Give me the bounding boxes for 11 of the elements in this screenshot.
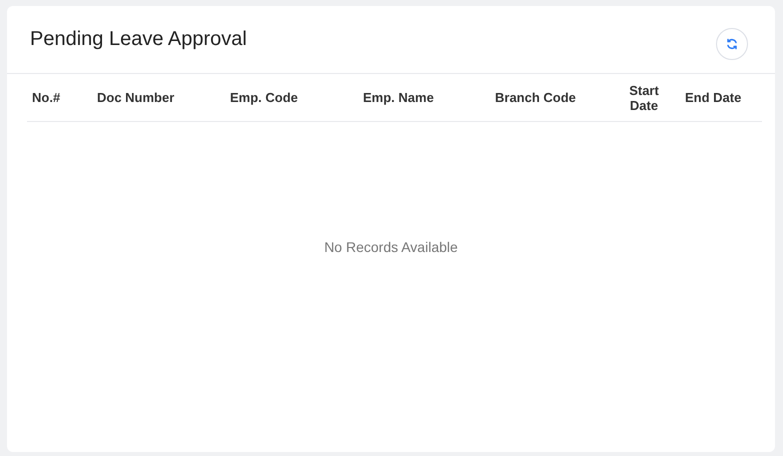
card-title: Pending Leave Approval (30, 28, 247, 51)
column-header: Branch Code (494, 90, 577, 105)
refresh-button[interactable] (716, 28, 748, 60)
column-header: Emp. Name (362, 90, 435, 105)
column-header: End Date (684, 90, 742, 105)
refresh-icon (726, 38, 738, 50)
column-header: Start Date (628, 82, 660, 112)
column-header: Emp. Code (229, 90, 299, 105)
column-header: No.# (31, 90, 62, 105)
empty-message: No Records Available (324, 239, 458, 255)
column-header: Doc Number (96, 90, 176, 105)
